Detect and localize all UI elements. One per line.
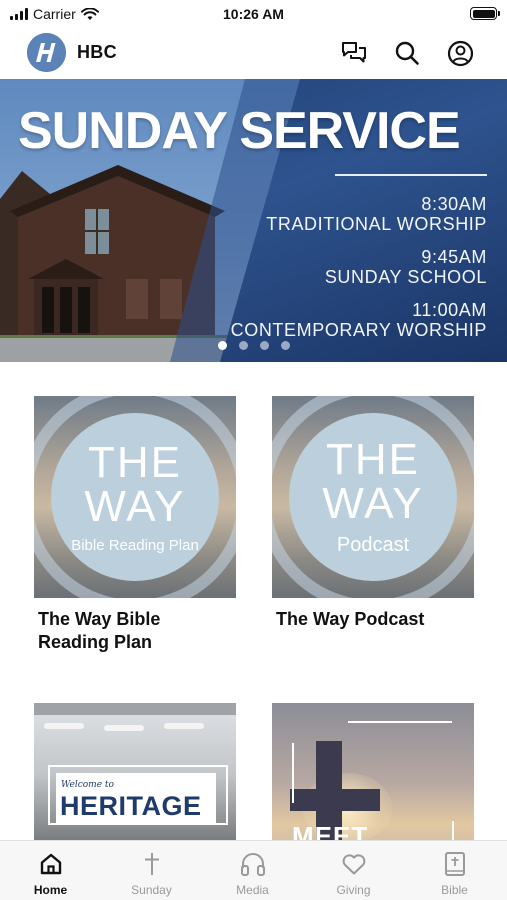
carousel-dots [0,341,507,350]
app-header: HBC [0,30,507,79]
way-line1: THE [88,437,182,487]
card-title: The Way Bible Reading Plan [38,609,161,652]
schedule-item: 11:00AM CONTEMPORARY WORSHIP [231,300,487,340]
tab-label: Giving [336,883,371,897]
search-icon[interactable] [393,39,421,67]
tab-home[interactable]: Home [0,841,101,900]
way-subtitle: Podcast [336,533,410,556]
card-the-way-bible-reading-plan[interactable]: THE WAY Bible Reading Plan The Way Bible… [34,396,236,654]
hero-divider [335,174,487,176]
schedule-event: CONTEMPORARY WORSHIP [230,320,487,340]
carousel-dot[interactable] [217,341,227,350]
tab-media[interactable]: Media [202,841,303,900]
home-icon [38,851,64,877]
app-logo[interactable] [27,33,66,72]
card-title: The Way Podcast [276,609,425,629]
app-title: HBC [77,42,117,62]
schedule-item: 9:45AM SUNDAY SCHOOL [325,247,487,287]
schedule-event: SUNDAY SCHOOL [324,267,487,287]
carousel-dot[interactable] [238,341,248,350]
schedule-time: 11:00AM [412,300,487,320]
way-logo-circle: THE WAY Bible Reading Plan [51,413,219,581]
frame-line [292,743,294,803]
card-the-way-podcast[interactable]: THE WAY Podcast The Way Podcast [272,396,474,631]
tab-label: Sunday [131,883,172,897]
logo-icon [27,33,66,72]
hero-title: SUNDAY SERVICE [18,102,461,160]
status-time: 10:26 AM [223,6,284,22]
frame-line [348,721,452,723]
way-subtitle: Bible Reading Plan [71,536,199,554]
tab-label: Media [236,883,269,897]
heritage-welcome: Welcome to [61,780,114,790]
bible-icon [442,851,468,877]
headphones-icon [240,851,266,877]
schedule-event: TRADITIONAL WORSHIP [266,214,487,234]
card-image: THE WAY Podcast [272,396,474,598]
tab-label: Bible [441,883,468,897]
carousel-dot[interactable] [280,341,290,350]
way-logo-circle: THE WAY Podcast [289,413,457,581]
hero-banner[interactable]: SUNDAY SERVICE 8:30AM TRADITIONAL WORSHI… [0,79,507,362]
schedule-time: 8:30AM [421,194,487,214]
schedule-item: 8:30AM TRADITIONAL WORSHIP [266,194,487,234]
profile-icon[interactable] [446,39,474,67]
schedule-time: 9:45AM [421,247,487,267]
tab-giving[interactable]: Giving [303,841,404,900]
tab-label: Home [33,883,68,897]
heritage-title: HERITAGE [60,791,202,821]
way-line2: WAY [84,481,186,531]
status-bar: Carrier 10:26 AM [0,0,507,30]
battery-icon [470,7,500,20]
tab-bible[interactable]: Bible [404,841,505,900]
card-image: THE WAY Bible Reading Plan [34,396,236,598]
heart-icon [341,851,367,877]
tab-sunday[interactable]: Sunday [101,841,202,900]
way-line2: WAY [322,478,424,528]
cross-icon [139,851,165,877]
way-line1: THE [326,434,420,484]
tab-bar: Home Sunday Media Giving Bible [0,840,507,900]
carousel-dot[interactable] [259,341,269,350]
chat-icon[interactable] [340,39,368,67]
